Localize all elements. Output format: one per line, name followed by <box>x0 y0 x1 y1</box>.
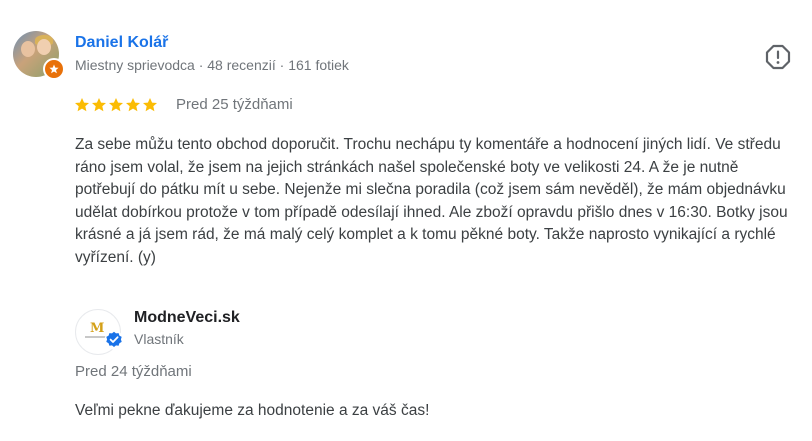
report-button[interactable] <box>764 43 792 71</box>
report-flag-icon <box>765 44 791 70</box>
star-icon <box>143 98 157 112</box>
reply-text: Veľmi pekne ďakujeme za hodnotenie a za … <box>75 402 430 419</box>
avatar-face-shape <box>21 41 35 57</box>
reply-date: Pred 24 týždňami <box>75 363 192 380</box>
reviewer-name[interactable]: Daniel Kolář <box>75 34 168 52</box>
star-icon <box>109 98 123 112</box>
rating-stars <box>74 97 158 113</box>
owner-role: Vlastník <box>134 331 184 347</box>
local-guide-badge-icon <box>43 58 65 80</box>
star-icon <box>92 98 106 112</box>
review-date: Pred 25 týždňami <box>176 96 293 113</box>
avatar-face-shape-2 <box>37 39 51 55</box>
star-icon <box>75 98 89 112</box>
owner-name[interactable]: ModneVeci.sk <box>134 309 240 327</box>
review-text: Za sebe můžu tento obchod doporučit. Tro… <box>75 136 788 266</box>
star-icon <box>126 98 140 112</box>
reviewer-meta: Miestny sprievodca · 48 recenzií · 161 f… <box>75 57 349 73</box>
verified-check-icon <box>104 330 124 350</box>
star-icon <box>49 64 59 74</box>
modneveci-logo-mark: M <box>90 321 105 336</box>
